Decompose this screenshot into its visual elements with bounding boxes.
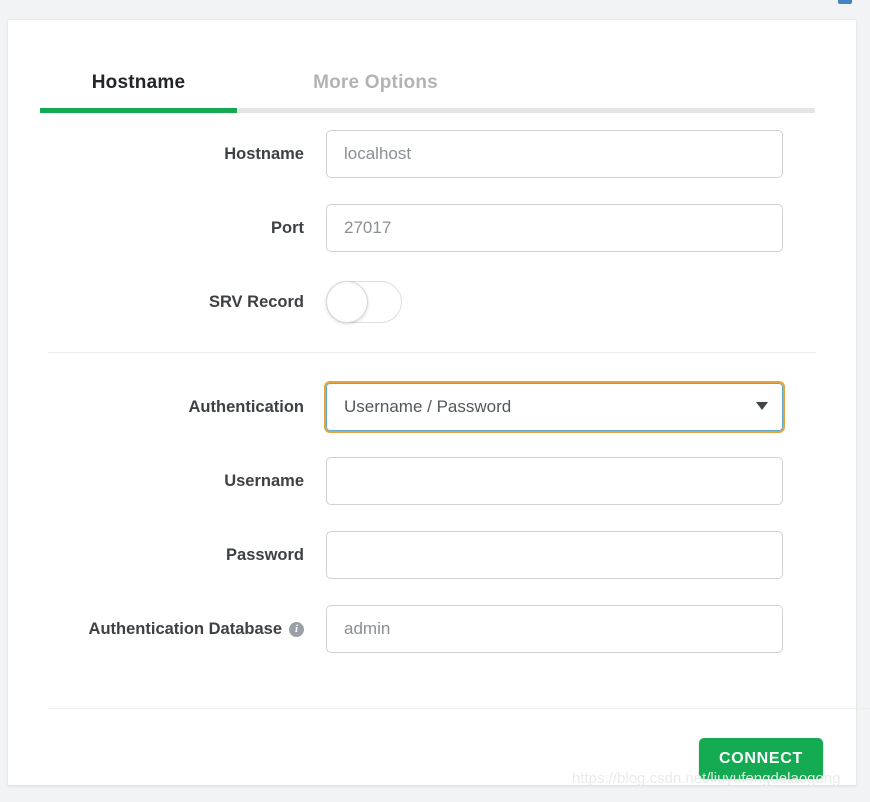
port-input[interactable] [326,204,783,252]
connection-dialog-card: Hostname More Options Hostname Port SRV … [8,20,870,785]
tab-row: Hostname More Options [40,53,815,108]
tab-more-options[interactable]: More Options [273,72,478,108]
top-blue-fragment [838,0,852,4]
auth-database-label: Authentication Database [88,619,282,638]
section-divider-top [48,352,816,353]
connection-form: Hostname Port SRV Record Authentication … [8,130,856,679]
field-row-username: Username [8,457,856,505]
field-row-srv-record: SRV Record [8,278,856,326]
auth-database-label-wrap: Authentication Database i [8,620,326,639]
info-icon[interactable]: i [289,621,304,637]
srv-record-label: SRV Record [208,292,304,311]
authentication-select[interactable]: Username / Password [324,381,785,433]
authentication-selected-value: Username / Password [344,397,512,416]
field-row-hostname: Hostname [8,130,856,178]
username-input[interactable] [326,457,783,505]
password-label: Password [226,545,304,564]
tab-hostname[interactable]: Hostname [40,72,237,108]
authentication-label: Authentication [188,397,305,416]
tab-active-indicator [40,108,237,113]
username-label: Username [224,471,304,490]
field-row-password: Password [8,531,856,579]
auth-database-input[interactable] [326,605,783,653]
watermark-text: https://blog.csdn.net/liuyufengdelaogong [572,770,841,787]
port-label: Port [271,218,304,237]
authentication-select-wrap: Username / Password [324,381,785,433]
hostname-label: Hostname [224,144,304,163]
password-input[interactable] [326,531,783,579]
field-row-port: Port [8,204,856,252]
tab-bar: Hostname More Options [40,53,815,119]
tab-underline-track [40,108,815,113]
field-row-auth-database: Authentication Database i [8,605,856,653]
hostname-input[interactable] [326,130,783,178]
toggle-knob [326,281,368,323]
field-row-authentication: Authentication Username / Password [8,381,856,433]
srv-record-toggle[interactable] [326,281,402,323]
